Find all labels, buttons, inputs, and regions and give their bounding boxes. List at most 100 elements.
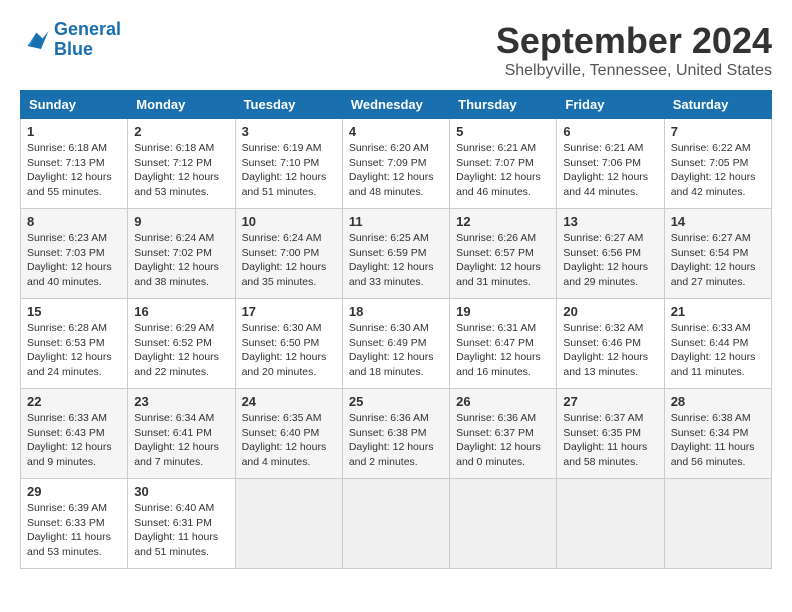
location: Shelbyville, Tennessee, United States (496, 62, 772, 80)
day-number: 8 (27, 214, 121, 229)
cell-info: Sunrise: 6:32 AMSunset: 6:46 PMDaylight:… (563, 321, 657, 380)
day-number: 13 (563, 214, 657, 229)
calendar-week-row: 29 Sunrise: 6:39 AMSunset: 6:33 PMDaylig… (21, 479, 772, 569)
day-number: 9 (134, 214, 228, 229)
day-number: 19 (456, 304, 550, 319)
cell-info: Sunrise: 6:37 AMSunset: 6:35 PMDaylight:… (563, 411, 657, 470)
cell-info: Sunrise: 6:40 AMSunset: 6:31 PMDaylight:… (134, 501, 228, 560)
cell-info: Sunrise: 6:33 AMSunset: 6:44 PMDaylight:… (671, 321, 765, 380)
calendar-cell: 28 Sunrise: 6:38 AMSunset: 6:34 PMDaylig… (664, 389, 771, 479)
calendar-cell: 27 Sunrise: 6:37 AMSunset: 6:35 PMDaylig… (557, 389, 664, 479)
title-area: September 2024 Shelbyville, Tennessee, U… (496, 20, 772, 80)
calendar-cell: 18 Sunrise: 6:30 AMSunset: 6:49 PMDaylig… (342, 299, 449, 389)
calendar-header-row: SundayMondayTuesdayWednesdayThursdayFrid… (21, 91, 772, 119)
day-number: 25 (349, 394, 443, 409)
day-number: 24 (242, 394, 336, 409)
day-number: 28 (671, 394, 765, 409)
calendar-cell: 19 Sunrise: 6:31 AMSunset: 6:47 PMDaylig… (450, 299, 557, 389)
logo-icon (20, 25, 50, 55)
calendar-cell: 15 Sunrise: 6:28 AMSunset: 6:53 PMDaylig… (21, 299, 128, 389)
cell-info: Sunrise: 6:25 AMSunset: 6:59 PMDaylight:… (349, 231, 443, 290)
calendar-cell: 22 Sunrise: 6:33 AMSunset: 6:43 PMDaylig… (21, 389, 128, 479)
calendar-cell: 17 Sunrise: 6:30 AMSunset: 6:50 PMDaylig… (235, 299, 342, 389)
day-number: 2 (134, 124, 228, 139)
logo-text: General Blue (54, 20, 121, 60)
calendar-cell: 16 Sunrise: 6:29 AMSunset: 6:52 PMDaylig… (128, 299, 235, 389)
cell-info: Sunrise: 6:24 AMSunset: 7:02 PMDaylight:… (134, 231, 228, 290)
day-number: 29 (27, 484, 121, 499)
cell-info: Sunrise: 6:36 AMSunset: 6:37 PMDaylight:… (456, 411, 550, 470)
calendar-cell (342, 479, 449, 569)
day-number: 18 (349, 304, 443, 319)
day-number: 30 (134, 484, 228, 499)
cell-info: Sunrise: 6:30 AMSunset: 6:50 PMDaylight:… (242, 321, 336, 380)
calendar-cell: 9 Sunrise: 6:24 AMSunset: 7:02 PMDayligh… (128, 209, 235, 299)
calendar-cell: 14 Sunrise: 6:27 AMSunset: 6:54 PMDaylig… (664, 209, 771, 299)
day-number: 10 (242, 214, 336, 229)
logo-general: General (54, 19, 121, 39)
calendar-header-friday: Friday (557, 91, 664, 119)
cell-info: Sunrise: 6:35 AMSunset: 6:40 PMDaylight:… (242, 411, 336, 470)
calendar-cell: 29 Sunrise: 6:39 AMSunset: 6:33 PMDaylig… (21, 479, 128, 569)
day-number: 4 (349, 124, 443, 139)
cell-info: Sunrise: 6:39 AMSunset: 6:33 PMDaylight:… (27, 501, 121, 560)
cell-info: Sunrise: 6:33 AMSunset: 6:43 PMDaylight:… (27, 411, 121, 470)
cell-info: Sunrise: 6:23 AMSunset: 7:03 PMDaylight:… (27, 231, 121, 290)
calendar-cell: 1 Sunrise: 6:18 AMSunset: 7:13 PMDayligh… (21, 119, 128, 209)
day-number: 6 (563, 124, 657, 139)
day-number: 15 (27, 304, 121, 319)
calendar-week-row: 22 Sunrise: 6:33 AMSunset: 6:43 PMDaylig… (21, 389, 772, 479)
day-number: 1 (27, 124, 121, 139)
day-number: 16 (134, 304, 228, 319)
calendar-cell: 12 Sunrise: 6:26 AMSunset: 6:57 PMDaylig… (450, 209, 557, 299)
day-number: 12 (456, 214, 550, 229)
logo-blue: Blue (54, 39, 93, 59)
day-number: 14 (671, 214, 765, 229)
calendar-week-row: 1 Sunrise: 6:18 AMSunset: 7:13 PMDayligh… (21, 119, 772, 209)
calendar-cell (235, 479, 342, 569)
calendar-cell: 24 Sunrise: 6:35 AMSunset: 6:40 PMDaylig… (235, 389, 342, 479)
calendar-cell (450, 479, 557, 569)
calendar-week-row: 8 Sunrise: 6:23 AMSunset: 7:03 PMDayligh… (21, 209, 772, 299)
cell-info: Sunrise: 6:20 AMSunset: 7:09 PMDaylight:… (349, 141, 443, 200)
calendar-cell: 3 Sunrise: 6:19 AMSunset: 7:10 PMDayligh… (235, 119, 342, 209)
calendar-cell: 4 Sunrise: 6:20 AMSunset: 7:09 PMDayligh… (342, 119, 449, 209)
calendar-header-monday: Monday (128, 91, 235, 119)
calendar-cell (664, 479, 771, 569)
calendar-cell: 7 Sunrise: 6:22 AMSunset: 7:05 PMDayligh… (664, 119, 771, 209)
cell-info: Sunrise: 6:26 AMSunset: 6:57 PMDaylight:… (456, 231, 550, 290)
calendar-cell: 13 Sunrise: 6:27 AMSunset: 6:56 PMDaylig… (557, 209, 664, 299)
calendar-cell: 30 Sunrise: 6:40 AMSunset: 6:31 PMDaylig… (128, 479, 235, 569)
day-number: 21 (671, 304, 765, 319)
calendar-cell (557, 479, 664, 569)
day-number: 26 (456, 394, 550, 409)
cell-info: Sunrise: 6:24 AMSunset: 7:00 PMDaylight:… (242, 231, 336, 290)
day-number: 3 (242, 124, 336, 139)
calendar-cell: 6 Sunrise: 6:21 AMSunset: 7:06 PMDayligh… (557, 119, 664, 209)
cell-info: Sunrise: 6:18 AMSunset: 7:13 PMDaylight:… (27, 141, 121, 200)
cell-info: Sunrise: 6:30 AMSunset: 6:49 PMDaylight:… (349, 321, 443, 380)
day-number: 5 (456, 124, 550, 139)
day-number: 7 (671, 124, 765, 139)
day-number: 11 (349, 214, 443, 229)
calendar-cell: 2 Sunrise: 6:18 AMSunset: 7:12 PMDayligh… (128, 119, 235, 209)
calendar-cell: 26 Sunrise: 6:36 AMSunset: 6:37 PMDaylig… (450, 389, 557, 479)
calendar-cell: 21 Sunrise: 6:33 AMSunset: 6:44 PMDaylig… (664, 299, 771, 389)
cell-info: Sunrise: 6:27 AMSunset: 6:54 PMDaylight:… (671, 231, 765, 290)
calendar-table: SundayMondayTuesdayWednesdayThursdayFrid… (20, 90, 772, 569)
cell-info: Sunrise: 6:19 AMSunset: 7:10 PMDaylight:… (242, 141, 336, 200)
calendar-header-wednesday: Wednesday (342, 91, 449, 119)
calendar-cell: 23 Sunrise: 6:34 AMSunset: 6:41 PMDaylig… (128, 389, 235, 479)
cell-info: Sunrise: 6:34 AMSunset: 6:41 PMDaylight:… (134, 411, 228, 470)
calendar-cell: 11 Sunrise: 6:25 AMSunset: 6:59 PMDaylig… (342, 209, 449, 299)
calendar-header-thursday: Thursday (450, 91, 557, 119)
month-title: September 2024 (496, 20, 772, 62)
cell-info: Sunrise: 6:21 AMSunset: 7:07 PMDaylight:… (456, 141, 550, 200)
day-number: 20 (563, 304, 657, 319)
day-number: 23 (134, 394, 228, 409)
cell-info: Sunrise: 6:29 AMSunset: 6:52 PMDaylight:… (134, 321, 228, 380)
header: General Blue September 2024 Shelbyville,… (20, 20, 772, 80)
cell-info: Sunrise: 6:22 AMSunset: 7:05 PMDaylight:… (671, 141, 765, 200)
calendar-cell: 10 Sunrise: 6:24 AMSunset: 7:00 PMDaylig… (235, 209, 342, 299)
calendar-header-sunday: Sunday (21, 91, 128, 119)
